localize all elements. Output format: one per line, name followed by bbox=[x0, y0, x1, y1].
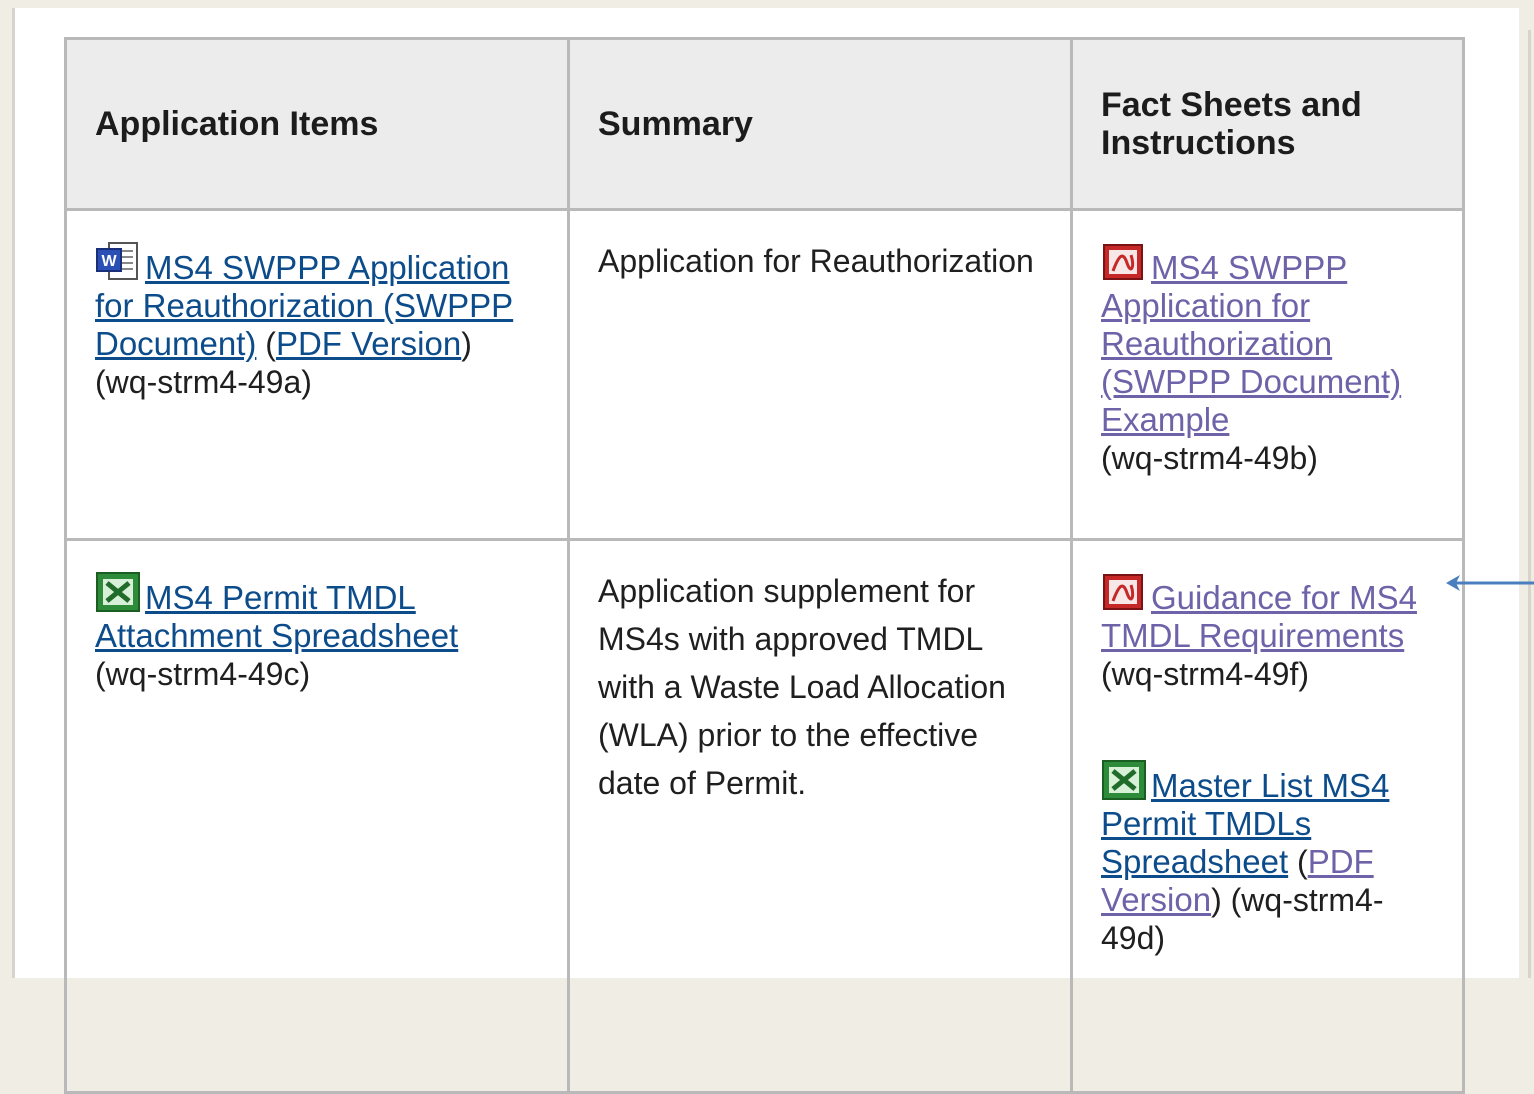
pdf-icon bbox=[1101, 241, 1147, 281]
excel-spreadsheet-icon bbox=[1101, 759, 1147, 800]
header-application-items: Application Items bbox=[64, 37, 570, 211]
summary-text: Application supplement for MS4s with app… bbox=[598, 573, 1006, 801]
left-arrow-icon bbox=[1446, 575, 1534, 591]
summary-text: Application for Reauthorization bbox=[598, 243, 1034, 279]
table-row: W MS4 SWPPP Application for Reauthorizat… bbox=[64, 208, 1465, 541]
page-margin bbox=[1519, 8, 1534, 978]
word-document-icon: W bbox=[95, 241, 141, 281]
paren-close: ) bbox=[461, 326, 472, 362]
swppp-application-pdf-link[interactable]: PDF Version bbox=[276, 325, 461, 362]
excel-spreadsheet-icon bbox=[95, 571, 141, 612]
pdf-icon bbox=[1101, 571, 1147, 611]
application-item-cell: W MS4 SWPPP Application for Reauthorizat… bbox=[64, 208, 570, 541]
page-border bbox=[1528, 30, 1531, 978]
summary-cell: Application supplement for MS4s with app… bbox=[567, 538, 1073, 1094]
paren-close: ) bbox=[1211, 882, 1222, 918]
table-row: MS4 Permit TMDL Attachment Spreadsheet (… bbox=[64, 538, 1465, 1094]
paren-open: ( bbox=[256, 326, 276, 362]
form-code: (wq-strm4-49a) bbox=[95, 364, 312, 400]
form-code: (wq-strm4-49b) bbox=[1101, 440, 1318, 476]
summary-cell: Application for Reauthorization bbox=[567, 208, 1073, 541]
svg-text:W: W bbox=[101, 253, 117, 270]
tmdl-guidance-link[interactable]: Guidance for MS4 TMDL Requirements bbox=[1101, 579, 1417, 654]
fact-sheet-cell: Guidance for MS4 TMDL Requirements (wq-s… bbox=[1070, 538, 1465, 1094]
header-summary: Summary bbox=[567, 37, 1073, 211]
form-code: (wq-strm4-49c) bbox=[95, 656, 311, 692]
tmdl-attachment-spreadsheet-link[interactable]: MS4 Permit TMDL Attachment Spreadsheet bbox=[95, 579, 458, 654]
application-items-table: Application Items Summary Fact Sheets an… bbox=[64, 37, 1465, 1094]
header-fact-sheets: Fact Sheets and Instructions bbox=[1070, 37, 1465, 211]
form-code: (wq-strm4-49f) bbox=[1101, 656, 1310, 692]
fact-sheet-cell: MS4 SWPPP Application for Reauthorizatio… bbox=[1070, 208, 1465, 541]
application-item-cell: MS4 Permit TMDL Attachment Spreadsheet (… bbox=[64, 538, 570, 1094]
paren-open: ( bbox=[1288, 844, 1308, 880]
